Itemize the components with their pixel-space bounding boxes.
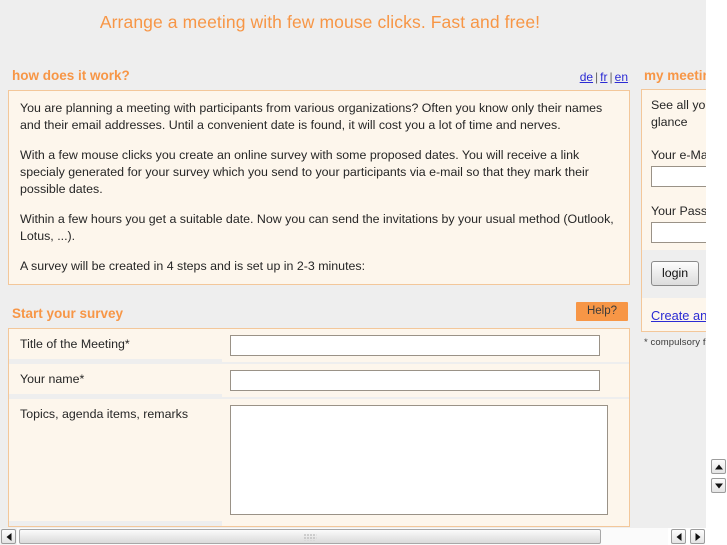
triangle-down-icon-outer [714,483,723,488]
how-it-works-header: how does it work? de | fr | en [8,64,630,90]
intro-paragraph-4: A survey will be created in 4 steps and … [20,259,366,273]
intro-paragraph-3: Within a few hours you get a suitable da… [20,212,614,243]
label-topics: Topics, agenda items, remarks [9,399,222,521]
browser-horizontal-scrollbar[interactable] [668,528,710,545]
create-account-cell: Create an account [642,298,706,331]
create-account-link[interactable]: Create an account [651,308,706,323]
browser-scroll-up-button[interactable] [711,459,726,474]
login-button[interactable]: login [651,261,700,286]
form-row-topics: Topics, agenda items, remarks [9,397,629,526]
how-it-works-panel: You are planning a meeting with particip… [8,90,630,285]
browser-viewport: Arrange a meeting with few mouse clicks.… [0,0,727,545]
browser-scroll-down-button[interactable] [711,478,726,493]
compulsory-fields-note: * compulsory fields [644,337,706,348]
page-frame: Arrange a meeting with few mouse clicks.… [0,0,706,545]
scroll-thumb-grip-icon-h [303,533,317,540]
triangle-left-icon [6,532,11,541]
control-your-name [222,364,629,397]
sidebar-intro-text: See all your meetings at a glance [651,98,706,129]
intro-paragraph-1: You are planning a meeting with particip… [20,101,603,132]
help-button[interactable]: Help? [575,302,628,321]
your-name-input[interactable] [230,370,600,391]
topics-textarea[interactable] [230,405,608,515]
scroll-left-button[interactable] [1,529,16,544]
control-meeting-title [222,329,629,362]
password-input[interactable] [651,222,706,243]
sidebar-title: my meetings [644,68,706,83]
browser-scroll-left-button[interactable] [671,529,686,544]
how-it-works-title: how does it work? [12,68,130,83]
login-cell: login [642,253,706,295]
survey-form: Title of the Meeting* Your name* Topics,… [8,328,630,527]
email-input[interactable] [651,166,706,187]
password-cell: Your Password [642,194,706,250]
form-row-meeting-title: Title of the Meeting* [9,329,629,362]
intro-paragraph-2: With a few mouse clicks you create an on… [20,148,589,196]
triangle-left-icon-outer [676,532,681,541]
language-link-de[interactable]: de [580,70,593,84]
language-separator-2: | [609,70,613,84]
form-row-your-name: Your name* [9,362,629,397]
control-topics [222,399,629,526]
page-scroll-area: Arrange a meeting with few mouse clicks.… [0,0,706,528]
page-horizontal-scrollbar[interactable] [0,528,668,545]
label-meeting-title: Title of the Meeting* [9,329,222,359]
page-document: Arrange a meeting with few mouse clicks.… [0,0,706,528]
main-column: how does it work? de | fr | en You are plann… [8,64,630,527]
survey-title: Start your survey [12,306,124,321]
triangle-right-icon-outer [695,532,700,541]
survey-header: Start your survey Help? [8,302,630,328]
page-horizontal-scroll-thumb[interactable] [19,529,601,544]
language-link-fr[interactable]: fr [600,70,607,84]
sidebar-intro-cell: See all your meetings at a glance [642,90,706,138]
language-switcher: de | fr | en [580,70,628,84]
page-headline: Arrange a meeting with few mouse clicks.… [99,12,541,32]
language-link-en[interactable]: en [615,70,628,84]
login-panel: See all your meetings at a glance Your e… [641,89,706,332]
meeting-title-input[interactable] [230,335,600,356]
email-label: Your e-Mail [651,148,706,162]
sidebar: my meetings See all your meetings at a g… [641,64,706,348]
email-cell: Your e-Mail [642,138,706,194]
triangle-up-icon-outer [714,464,723,469]
browser-vertical-scrollbar[interactable] [710,0,727,528]
password-label: Your Password [651,204,706,218]
browser-scroll-right-button[interactable] [690,529,705,544]
label-your-name: Your name* [9,364,222,394]
